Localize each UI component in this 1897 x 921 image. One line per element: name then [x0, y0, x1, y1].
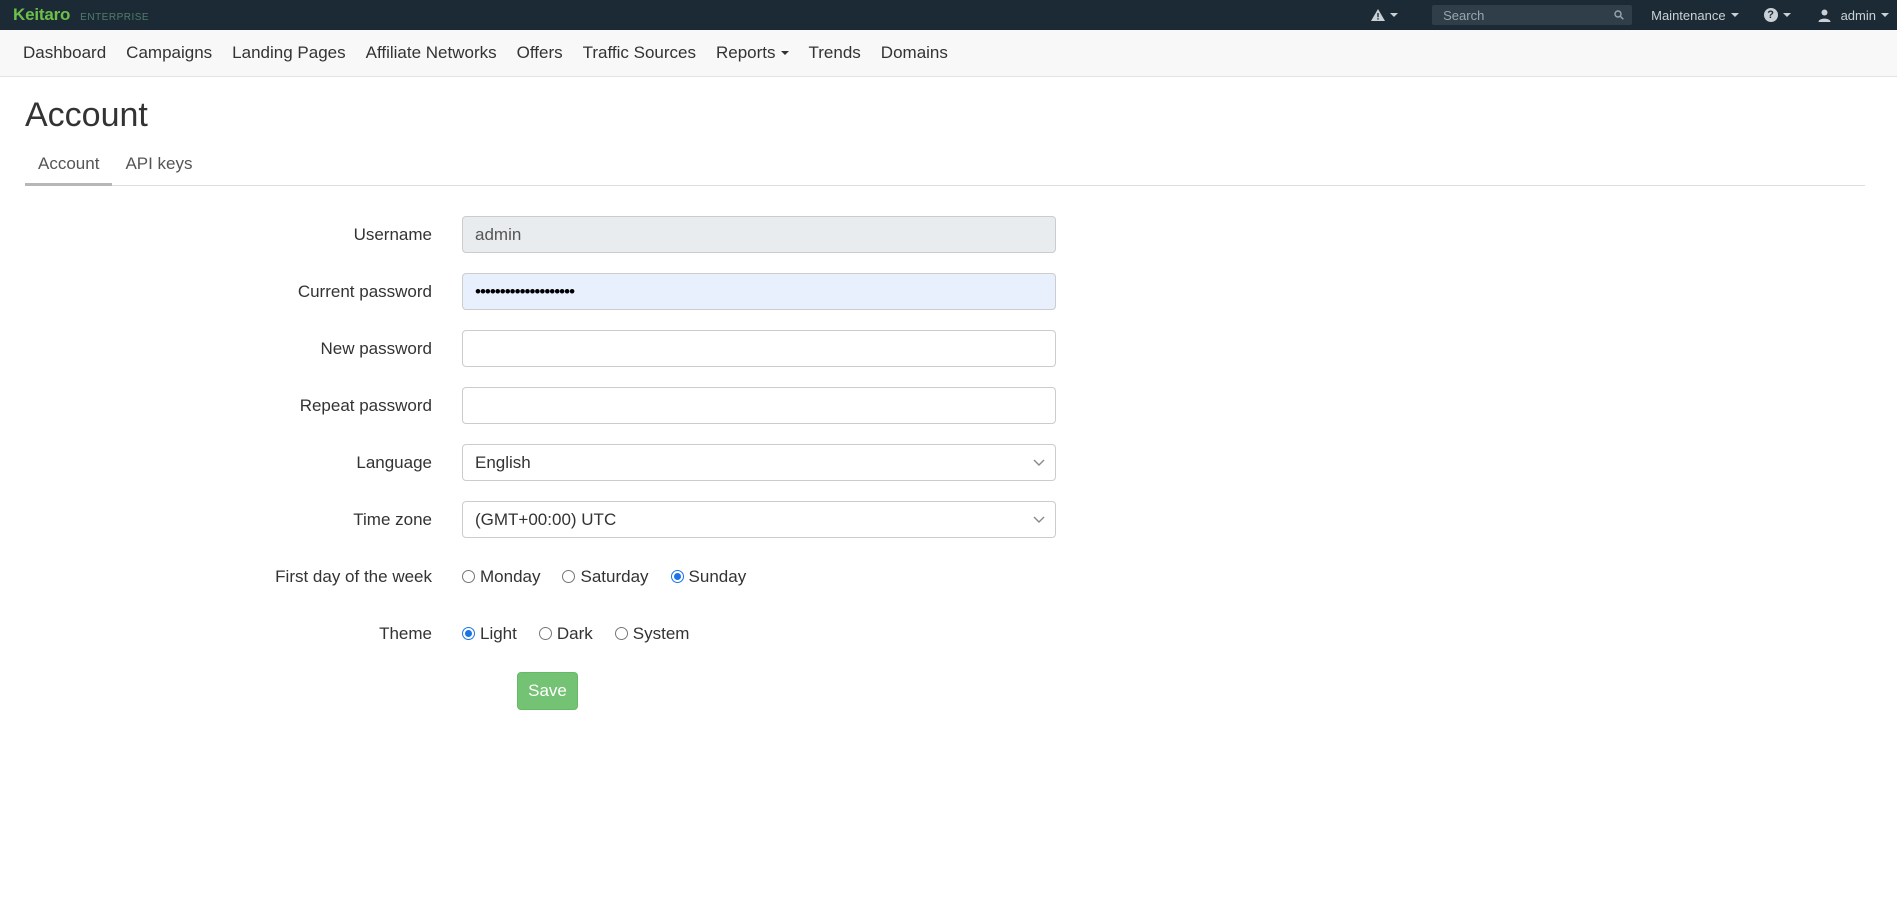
caret-down-icon: [1881, 13, 1889, 17]
brand-logo[interactable]: Keitaro ENTERPRISE: [13, 5, 149, 25]
help-icon: ?: [1763, 8, 1778, 22]
theme-system[interactable]: System: [614, 623, 690, 644]
timezone-select[interactable]: (GMT+00:00) UTC: [462, 501, 1056, 538]
main-content: Account Account API keys Username Curren…: [0, 94, 1897, 710]
warning-icon: [1371, 9, 1386, 21]
repeat-password-field[interactable]: [462, 387, 1056, 424]
theme-radio-group: Light Dark System: [462, 624, 711, 644]
repeat-password-label: Repeat password: [299, 395, 432, 415]
top-bar-right: Maintenance ? admin: [1371, 0, 1897, 30]
chevron-down-icon: [1033, 516, 1045, 523]
radio-button[interactable]: [538, 627, 552, 640]
language-row: Language English: [25, 444, 1872, 481]
radio-label: Light: [480, 623, 517, 643]
repeat-password-row: Repeat password: [25, 387, 1872, 424]
tab-bar: Account API keys: [25, 142, 1865, 186]
maintenance-dropdown[interactable]: Maintenance: [1651, 7, 1739, 23]
nav-affiliate-networks[interactable]: Affiliate Networks: [366, 43, 497, 63]
nav-domains[interactable]: Domains: [881, 43, 948, 63]
search-box[interactable]: [1432, 5, 1633, 25]
nav-trends[interactable]: Trends: [809, 43, 861, 63]
tab-api-keys[interactable]: API keys: [112, 142, 205, 186]
radio-label: Saturday: [580, 566, 649, 586]
nav-landing-pages[interactable]: Landing Pages: [232, 43, 345, 63]
maintenance-label: Maintenance: [1651, 7, 1726, 23]
user-name: admin: [1840, 7, 1876, 23]
language-label: Language: [356, 452, 432, 472]
caret-down-icon: [780, 51, 789, 55]
save-button[interactable]: Save: [517, 672, 578, 710]
first-day-label: First day of the week: [275, 566, 432, 586]
current-password-label: Current password: [297, 281, 432, 301]
nav-reports[interactable]: Reports: [716, 43, 789, 63]
first-day-radio-group: Monday Saturday Sunday: [462, 567, 768, 587]
search-icon[interactable]: [1614, 10, 1624, 20]
nav-dashboard[interactable]: Dashboard: [23, 43, 106, 63]
theme-label: Theme: [379, 623, 432, 643]
caret-down-icon: [1390, 13, 1399, 17]
first-day-saturday[interactable]: Saturday: [562, 566, 649, 587]
nav-traffic-sources[interactable]: Traffic Sources: [583, 43, 696, 63]
theme-dark[interactable]: Dark: [538, 623, 593, 644]
radio-button[interactable]: [670, 570, 684, 583]
nav-reports-label: Reports: [715, 43, 776, 62]
new-password-row: New password: [25, 330, 1872, 367]
current-password-row: Current password: [25, 273, 1872, 310]
theme-row: Theme Light Dark System: [25, 615, 1872, 652]
first-day-sunday[interactable]: Sunday: [670, 566, 747, 587]
brand-edition: ENTERPRISE: [80, 12, 150, 23]
main-nav: Dashboard Campaigns Landing Pages Affili…: [0, 30, 1897, 77]
top-bar: Keitaro ENTERPRISE Maintenance ?: [0, 0, 1897, 30]
nav-offers[interactable]: Offers: [517, 43, 563, 63]
caret-down-icon: [1730, 13, 1739, 17]
alerts-dropdown[interactable]: [1371, 9, 1399, 21]
user-icon: [1818, 9, 1831, 22]
user-dropdown[interactable]: admin: [1818, 8, 1889, 23]
radio-label: Dark: [556, 623, 593, 643]
account-form: Username Current password New password R…: [25, 216, 1872, 710]
theme-light[interactable]: Light: [462, 624, 517, 644]
first-day-row: First day of the week Monday Saturday Su…: [25, 558, 1872, 595]
radio-button[interactable]: [614, 627, 628, 640]
page-title: Account: [25, 96, 148, 134]
language-select[interactable]: English: [462, 444, 1056, 481]
language-value: English: [475, 452, 531, 472]
new-password-field[interactable]: [462, 330, 1056, 367]
caret-down-icon: [1782, 13, 1791, 17]
radio-button[interactable]: [462, 627, 475, 640]
chevron-down-icon: [1033, 459, 1045, 466]
radio-button[interactable]: [562, 570, 576, 583]
radio-label: System: [632, 623, 690, 643]
username-field[interactable]: [462, 216, 1056, 253]
timezone-value: (GMT+00:00) UTC: [475, 509, 617, 529]
radio-label: Sunday: [688, 566, 747, 586]
nav-campaigns[interactable]: Campaigns: [126, 43, 212, 63]
timezone-row: Time zone (GMT+00:00) UTC: [25, 501, 1872, 538]
brand-name: Keitaro: [13, 5, 71, 24]
timezone-label: Time zone: [353, 509, 432, 529]
first-day-monday[interactable]: Monday: [462, 567, 540, 587]
new-password-label: New password: [320, 338, 433, 358]
search-input[interactable]: [1443, 7, 1604, 23]
current-password-field[interactable]: [462, 273, 1056, 310]
username-row: Username: [25, 216, 1872, 253]
radio-label: Monday: [480, 566, 541, 586]
tab-account[interactable]: Account: [25, 142, 113, 186]
radio-button[interactable]: [462, 570, 475, 583]
help-dropdown[interactable]: ?: [1763, 8, 1791, 22]
username-label: Username: [353, 224, 432, 244]
